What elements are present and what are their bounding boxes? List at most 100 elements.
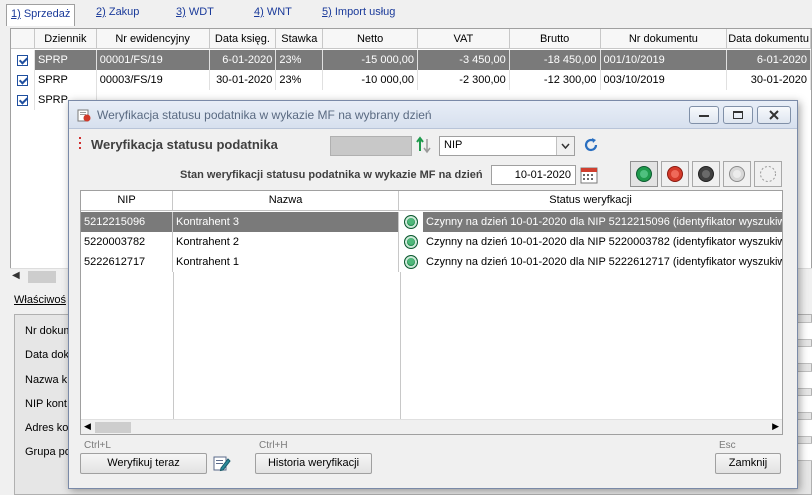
col-vat[interactable]: VAT	[418, 29, 510, 48]
filter-gray-button[interactable]	[723, 161, 751, 187]
cell-status: Czynny na dzień 10-01-2020 dla NIP 52226…	[399, 252, 782, 272]
col-data-dokumentu[interactable]: Data dokumentu	[727, 29, 811, 48]
col-dziennik[interactable]: Dziennik	[35, 29, 97, 48]
status-cell-icon	[399, 232, 423, 252]
cell-dziennik: SPRP	[35, 50, 97, 70]
dialog-titlebar[interactable]: Weryfikacja statusu podatnika w wykazie …	[69, 101, 797, 129]
col-nip[interactable]: NIP	[81, 191, 173, 210]
table-row[interactable]: SPRP 00003/FS/19 30-01-2020 23% -10 000,…	[11, 70, 811, 90]
column-divider	[400, 272, 401, 422]
cell-data: 6-01-2020	[210, 50, 277, 70]
checkbox-checked-icon	[17, 94, 28, 106]
tab-key: 1)	[11, 8, 21, 20]
verify-now-button[interactable]: Weryfikuj teraz	[80, 453, 207, 474]
cell-status: Czynny na dzień 10-01-2020 dla NIP 52122…	[399, 212, 782, 232]
search-field-select[interactable]: NIP	[439, 136, 575, 156]
verify-shortcut-hint: Ctrl+L	[84, 440, 111, 451]
cell-dziennik: SPRP	[35, 70, 97, 90]
verification-grid-header: NIP Nazwa Status weryfkacji	[81, 191, 782, 211]
cell-nip: 5212215096	[81, 212, 173, 232]
col-nazwa[interactable]: Nazwa	[173, 191, 399, 210]
chevron-down-icon[interactable]	[556, 137, 574, 155]
history-shortcut-hint: Ctrl+H	[259, 440, 288, 451]
table-row[interactable]: 5222612717 Kontrahent 1 Czynny na dzień …	[81, 252, 782, 272]
cell-nazwa: Kontrahent 1	[173, 252, 399, 272]
tab-key: 2)	[96, 6, 106, 18]
cell-nrdok: 003/10/2019	[601, 70, 728, 90]
green-status-icon	[404, 235, 418, 249]
tab-key: 4)	[254, 6, 264, 18]
col-nr-ewidencyjny[interactable]: Nr ewidencyjny	[97, 29, 210, 48]
green-status-icon	[636, 166, 652, 182]
verification-date-input[interactable]: 10-01-2020	[491, 165, 576, 185]
filter-red-button[interactable]	[661, 161, 689, 187]
maximize-button[interactable]	[723, 106, 753, 124]
col-nr-dokumentu[interactable]: Nr dokumentu	[601, 29, 728, 48]
scroll-thumb[interactable]	[95, 422, 131, 433]
col-netto[interactable]: Netto	[323, 29, 418, 48]
table-row[interactable]: SPRP 00001/FS/19 6-01-2020 23% -15 000,0…	[11, 50, 811, 70]
tab-import-uslug[interactable]: 5) Import usług	[322, 6, 395, 18]
filter-dark-button[interactable]	[692, 161, 720, 187]
tab-sprzedaz[interactable]: 1) Sprzedaż	[6, 4, 76, 26]
cell-vat: -3 450,00	[418, 50, 510, 70]
required-marker-icon	[79, 137, 82, 151]
tab-wnt[interactable]: 4) WNT	[254, 6, 292, 18]
row-checkbox[interactable]	[11, 90, 35, 110]
status-text: Czynny na dzień 10-01-2020 dla NIP 52122…	[426, 216, 782, 228]
col-status[interactable]: Status weryfkacji	[399, 191, 782, 210]
scroll-right-icon[interactable]: ▶	[772, 421, 779, 432]
green-status-icon	[404, 215, 418, 229]
verification-history-button[interactable]: Historia weryfikacji	[255, 453, 372, 474]
minimize-button[interactable]	[689, 106, 719, 124]
green-status-icon	[404, 255, 418, 269]
scroll-thumb[interactable]	[28, 271, 56, 283]
col-stawka[interactable]: Stawka	[276, 29, 324, 48]
search-input[interactable]	[330, 136, 412, 156]
tab-label: WDT	[188, 6, 214, 18]
prop-label: Adres ko	[25, 422, 69, 434]
module-tabs: 1) Sprzedaż 2) Zakup 3) WDT 4) WNT 5) Im…	[0, 0, 812, 28]
properties-tab[interactable]: Właściwoś	[14, 294, 66, 306]
tab-zakup[interactable]: 2) Zakup	[96, 6, 139, 18]
table-row[interactable]: 5212215096 Kontrahent 3 Czynny na dzień …	[81, 212, 782, 232]
red-status-icon	[667, 166, 683, 182]
grid-header-check	[11, 29, 35, 48]
cell-brutto: -12 300,00	[510, 70, 601, 90]
row-checkbox[interactable]	[11, 50, 35, 70]
scroll-left-icon[interactable]: ◀	[84, 421, 91, 432]
dialog-title: Weryfikacja statusu podatnika w wykazie …	[97, 108, 432, 122]
tab-label: WNT	[266, 6, 292, 18]
gray-status-icon	[729, 166, 745, 182]
filter-dashed-button[interactable]	[754, 161, 782, 187]
prop-label: Data dok	[25, 349, 70, 361]
col-brutto[interactable]: Brutto	[510, 29, 601, 48]
filter-active-green-button[interactable]	[630, 161, 658, 187]
tab-label: Zakup	[108, 6, 140, 18]
close-dialog-button[interactable]: Zamknij	[715, 453, 781, 474]
verification-dialog: Weryfikacja statusu podatnika w wykazie …	[68, 100, 798, 489]
prop-label: Nazwa k	[25, 374, 68, 386]
status-cell-icon	[399, 252, 423, 272]
prop-label: Nr dokum	[25, 325, 73, 337]
calendar-icon[interactable]	[580, 165, 598, 185]
sort-arrows-icon[interactable]	[415, 135, 433, 155]
verification-grid-scrollbar[interactable]: ◀ ▶	[81, 419, 782, 434]
verification-grid[interactable]: NIP Nazwa Status weryfkacji 5212215096 K…	[80, 190, 783, 435]
scroll-left-icon[interactable]: ◀	[12, 270, 20, 281]
cell-nip: 5222612717	[81, 252, 173, 272]
close-shortcut-hint: Esc	[719, 440, 736, 451]
row-checkbox[interactable]	[11, 70, 35, 90]
maximize-icon	[733, 111, 743, 119]
col-data-ksieg[interactable]: Data księg.	[210, 29, 277, 48]
table-row[interactable]: 5220003782 Kontrahent 2 Czynny na dzień …	[81, 232, 782, 252]
close-button[interactable]	[757, 106, 791, 124]
cell-data: 30-01-2020	[210, 70, 277, 90]
cell-nr: 00003/FS/19	[97, 70, 210, 90]
tab-wdt[interactable]: 3) WDT	[176, 6, 214, 18]
refresh-icon[interactable]	[583, 137, 599, 153]
dark-status-icon	[698, 166, 714, 182]
cell-nrdok: 001/10/2019	[601, 50, 728, 70]
cell-nazwa: Kontrahent 3	[173, 212, 399, 232]
edit-icon[interactable]	[213, 454, 231, 472]
